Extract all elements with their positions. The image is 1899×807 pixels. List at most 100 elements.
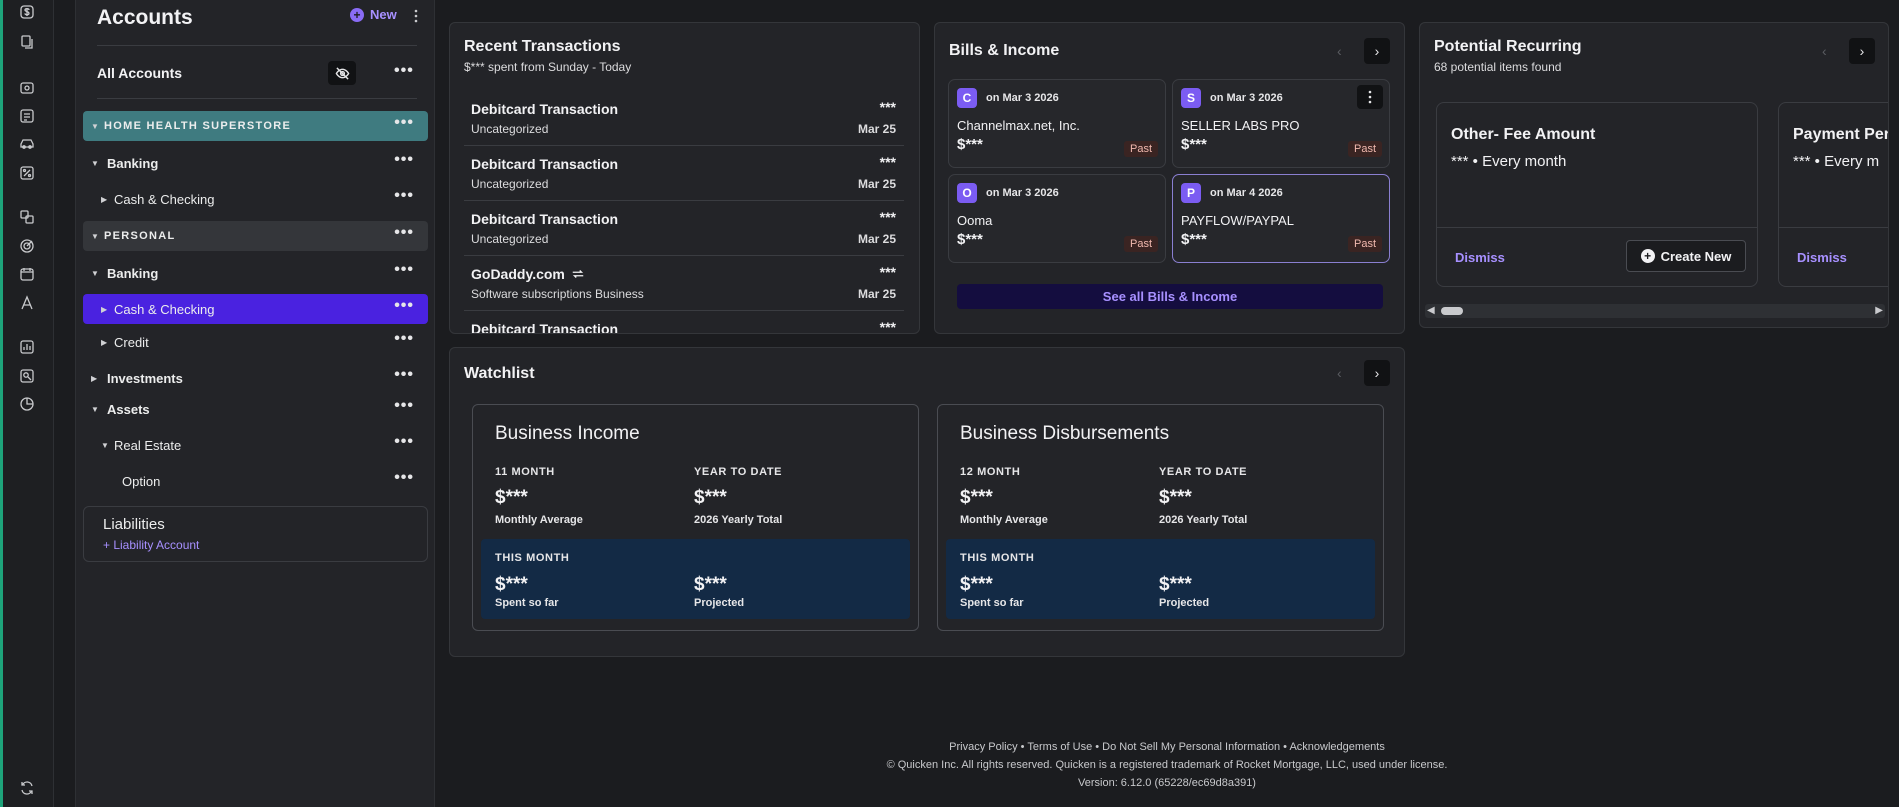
do-not-sell-link[interactable]: Do Not Sell My Personal Information — [1102, 741, 1280, 753]
recurring-title: Other- Fee Amount — [1451, 126, 1596, 143]
sync-icon[interactable] — [19, 780, 35, 796]
chevron-right-icon[interactable]: › — [1364, 38, 1390, 64]
this-month-label: THIS MONTH — [960, 552, 1035, 564]
bill-item[interactable]: C on Mar 3 2026 Channelmax.net, Inc. $**… — [948, 79, 1166, 168]
horizontal-scrollbar[interactable]: ◀ ▶ — [1425, 304, 1885, 318]
more-vertical-icon[interactable] — [414, 9, 418, 23]
row-label: Credit — [114, 334, 149, 350]
row-more-icon[interactable]: ••• — [394, 434, 414, 450]
row-more-icon[interactable]: ••• — [394, 262, 414, 278]
tx-date: Mar 25 — [857, 232, 896, 246]
search-report-icon[interactable] — [19, 368, 35, 384]
dollar-icon[interactable] — [19, 4, 35, 20]
row-banking[interactable]: ▼ Banking ••• — [83, 148, 428, 178]
row-banking[interactable]: ▼ Banking ••• — [83, 258, 428, 288]
photo-icon[interactable] — [19, 80, 35, 96]
pie-chart-icon[interactable] — [19, 396, 35, 412]
see-all-bills-button[interactable]: See all Bills & Income — [957, 284, 1383, 309]
transaction-row[interactable]: Debitcard Transaction Uncategorized *** … — [464, 146, 904, 201]
row-more-icon[interactable]: ••• — [394, 225, 414, 241]
divider — [1437, 227, 1757, 228]
bar-chart-icon[interactable] — [19, 339, 35, 355]
bill-item[interactable]: O on Mar 3 2026 Ooma $*** Past — [948, 174, 1166, 263]
row-more-icon[interactable]: ••• — [394, 152, 414, 168]
row-cash-checking[interactable]: ▶ Cash & Checking ••• — [83, 184, 428, 214]
watchlist-item-business-income[interactable]: Business Income 11 MONTH $*** Monthly Av… — [472, 404, 919, 631]
bill-name: Channelmax.net, Inc. — [957, 118, 1080, 133]
row-option[interactable]: Option ••• — [83, 466, 428, 496]
recurring-item[interactable]: Other- Fee Amount *** • Every month Dism… — [1436, 102, 1758, 287]
row-more-icon[interactable]: ••• — [394, 331, 414, 347]
row-more-icon[interactable]: ••• — [394, 188, 414, 204]
transaction-row[interactable]: Debitcard Transaction Uncategorized *** … — [464, 91, 904, 146]
watchlist-card: Watchlist ‹ › Business Income 11 MONTH $… — [449, 347, 1405, 657]
hide-balances-button[interactable] — [328, 61, 356, 85]
transaction-row[interactable]: Debitcard Transaction *** — [464, 311, 904, 334]
car-icon[interactable] — [19, 136, 35, 152]
row-more-icon[interactable]: ••• — [394, 298, 414, 314]
create-new-button[interactable]: + Create New — [1626, 240, 1746, 272]
caret-down-icon: ▼ — [101, 440, 109, 450]
planning-icon[interactable] — [19, 295, 35, 311]
tx-date: Mar 25 — [857, 177, 896, 191]
scroll-left-icon[interactable]: ◀ — [1427, 305, 1435, 316]
plus-icon: + — [1640, 249, 1655, 263]
scroll-right-icon[interactable]: ▶ — [1875, 305, 1883, 316]
tx-date: Mar 25 — [857, 287, 896, 301]
row-credit[interactable]: ▶ Credit ••• — [83, 327, 428, 357]
chevron-left-icon[interactable]: ‹ — [1337, 43, 1342, 59]
list-icon[interactable] — [19, 108, 35, 124]
new-account-button[interactable]: + New — [350, 7, 397, 22]
row-more-icon[interactable]: ••• — [394, 398, 414, 414]
row-investments[interactable]: ▶ Investments ••• — [83, 363, 428, 393]
tx-name: Debitcard Transaction — [471, 321, 619, 334]
transaction-row[interactable]: GoDaddy.com Software subscriptions Busin… — [464, 256, 904, 311]
chevron-left-icon[interactable]: ‹ — [1337, 365, 1342, 381]
tx-amount: *** — [879, 99, 896, 115]
row-more-icon[interactable]: ••• — [394, 115, 414, 131]
all-accounts-more-icon[interactable]: ••• — [394, 63, 414, 79]
scroll-thumb[interactable] — [1441, 307, 1463, 315]
row-more-icon[interactable]: ••• — [394, 470, 414, 486]
bill-name: Ooma — [957, 213, 993, 228]
percent-icon[interactable] — [19, 165, 35, 181]
row-real-estate[interactable]: ▼ Real Estate ••• — [83, 430, 428, 460]
all-accounts-label[interactable]: All Accounts — [97, 65, 182, 81]
tx-name: GoDaddy.com — [471, 266, 565, 282]
bill-more-button[interactable] — [1357, 85, 1383, 109]
calendar-icon[interactable] — [19, 266, 35, 282]
row-assets[interactable]: ▼ Assets ••• — [83, 394, 428, 424]
chevron-right-icon[interactable]: › — [1849, 38, 1875, 64]
group-personal[interactable]: ▼ PERSONAL ••• — [83, 221, 428, 251]
target-icon[interactable] — [19, 238, 35, 254]
add-liability-link[interactable]: + Liability Account — [103, 538, 199, 552]
chevron-left-icon[interactable]: ‹ — [1822, 43, 1827, 59]
row-label: Cash & Checking — [114, 191, 215, 207]
caret-down-icon: ▼ — [91, 268, 99, 278]
eye-off-icon — [335, 66, 349, 80]
bill-item[interactable]: P on Mar 4 2026 PAYFLOW/PAYPAL $*** Past — [1172, 174, 1390, 263]
status-badge: Past — [1347, 141, 1382, 157]
dismiss-button[interactable]: Dismiss — [1455, 250, 1505, 265]
footer-links: Privacy Policy • Terms of Use • Do Not S… — [435, 741, 1899, 753]
transaction-row[interactable]: Debitcard Transaction Uncategorized *** … — [464, 201, 904, 256]
chevron-right-icon[interactable]: › — [1364, 360, 1390, 386]
privacy-policy-link[interactable]: Privacy Policy — [949, 741, 1017, 753]
divider — [97, 45, 417, 46]
recurring-item[interactable]: Payment Per *** • Every m Dismiss — [1778, 102, 1888, 287]
bill-item[interactable]: S on Mar 3 2026 SELLER LABS PRO $*** Pas… — [1172, 79, 1390, 168]
more-vertical-icon — [1368, 90, 1372, 104]
group-home-health-superstore[interactable]: ▼ HOME HEALTH SUPERSTORE ••• — [83, 111, 428, 141]
row-label: Assets — [107, 401, 150, 417]
create-new-label: Create New — [1660, 248, 1732, 264]
dismiss-button[interactable]: Dismiss — [1797, 250, 1847, 265]
row-more-icon[interactable]: ••• — [394, 367, 414, 383]
documents-icon[interactable] — [19, 34, 35, 50]
watchlist-item-business-disbursements[interactable]: Business Disbursements 12 MONTH $*** Mon… — [937, 404, 1384, 631]
terms-link[interactable]: Terms of Use — [1027, 741, 1092, 753]
caret-right-icon: ▶ — [101, 304, 108, 314]
recurring-frequency: *** • Every m — [1793, 153, 1880, 170]
row-cash-checking-selected[interactable]: ▶ Cash & Checking ••• — [83, 294, 428, 324]
transfer-icon[interactable] — [19, 209, 35, 225]
acknowledgements-link[interactable]: Acknowledgements — [1289, 741, 1384, 753]
